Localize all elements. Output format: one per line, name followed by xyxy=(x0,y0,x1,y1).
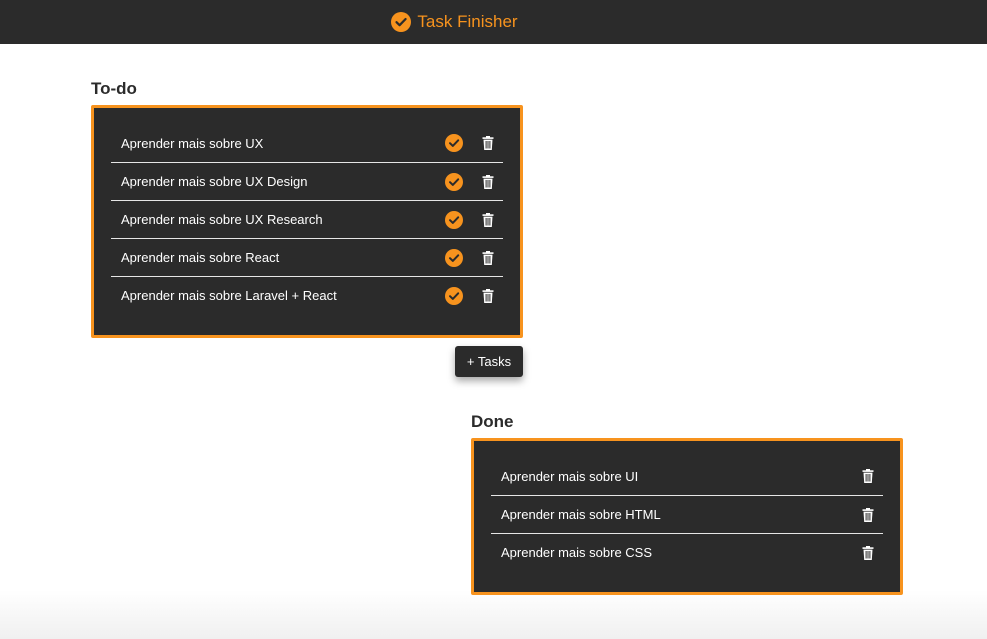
app-title: Task Finisher xyxy=(417,12,518,31)
todo-list: Aprender mais sobre UX Aprender mais sobr… xyxy=(111,124,503,314)
task-row: Aprender mais sobre UI xyxy=(491,457,883,495)
task-row: Aprender mais sobre React xyxy=(111,238,503,276)
done-list: Aprender mais sobre UI Aprender mais sobr… xyxy=(491,457,883,571)
task-row: Aprender mais sobre CSS xyxy=(491,533,883,571)
check-circle-icon[interactable] xyxy=(445,248,463,267)
trash-icon[interactable] xyxy=(859,467,877,485)
top-bar: Task Finisher xyxy=(0,0,987,44)
task-text: Aprender mais sobre HTML xyxy=(501,507,661,522)
task-row: Aprender mais sobre UX xyxy=(111,124,503,162)
task-row: Aprender mais sobre UX Research xyxy=(111,200,503,238)
check-circle-icon xyxy=(391,12,412,32)
task-row: Aprender mais sobre UX Design xyxy=(111,162,503,200)
done-panel: Aprender mais sobre UI Aprender mais sobr… xyxy=(471,438,903,595)
task-row: Aprender mais sobre Laravel + React xyxy=(111,276,503,314)
done-title: Done xyxy=(471,412,514,431)
todo-title: To-do xyxy=(91,79,137,98)
trash-icon[interactable] xyxy=(479,134,497,152)
add-task-button[interactable]: + Tasks xyxy=(455,346,523,377)
task-text: Aprender mais sobre CSS xyxy=(501,545,653,560)
trash-icon[interactable] xyxy=(479,173,497,191)
task-text: Aprender mais sobre UI xyxy=(501,468,639,484)
task-finisher-page: Task Finisher To-do Aprender mais sobre … xyxy=(0,0,987,639)
brand: Task Finisher xyxy=(391,12,518,32)
check-circle-icon[interactable] xyxy=(445,134,463,152)
todo-panel: Aprender mais sobre UX Aprender mais sobr… xyxy=(91,105,523,338)
check-circle-icon[interactable] xyxy=(445,286,463,305)
trash-icon[interactable] xyxy=(479,249,497,267)
trash-icon[interactable] xyxy=(859,544,877,562)
check-circle-icon[interactable] xyxy=(445,210,463,229)
task-row: Aprender mais sobre HTML xyxy=(491,495,883,533)
trash-icon[interactable] xyxy=(479,287,497,305)
check-circle-icon[interactable] xyxy=(445,172,463,191)
trash-icon[interactable] xyxy=(859,506,877,524)
trash-icon[interactable] xyxy=(479,211,497,229)
